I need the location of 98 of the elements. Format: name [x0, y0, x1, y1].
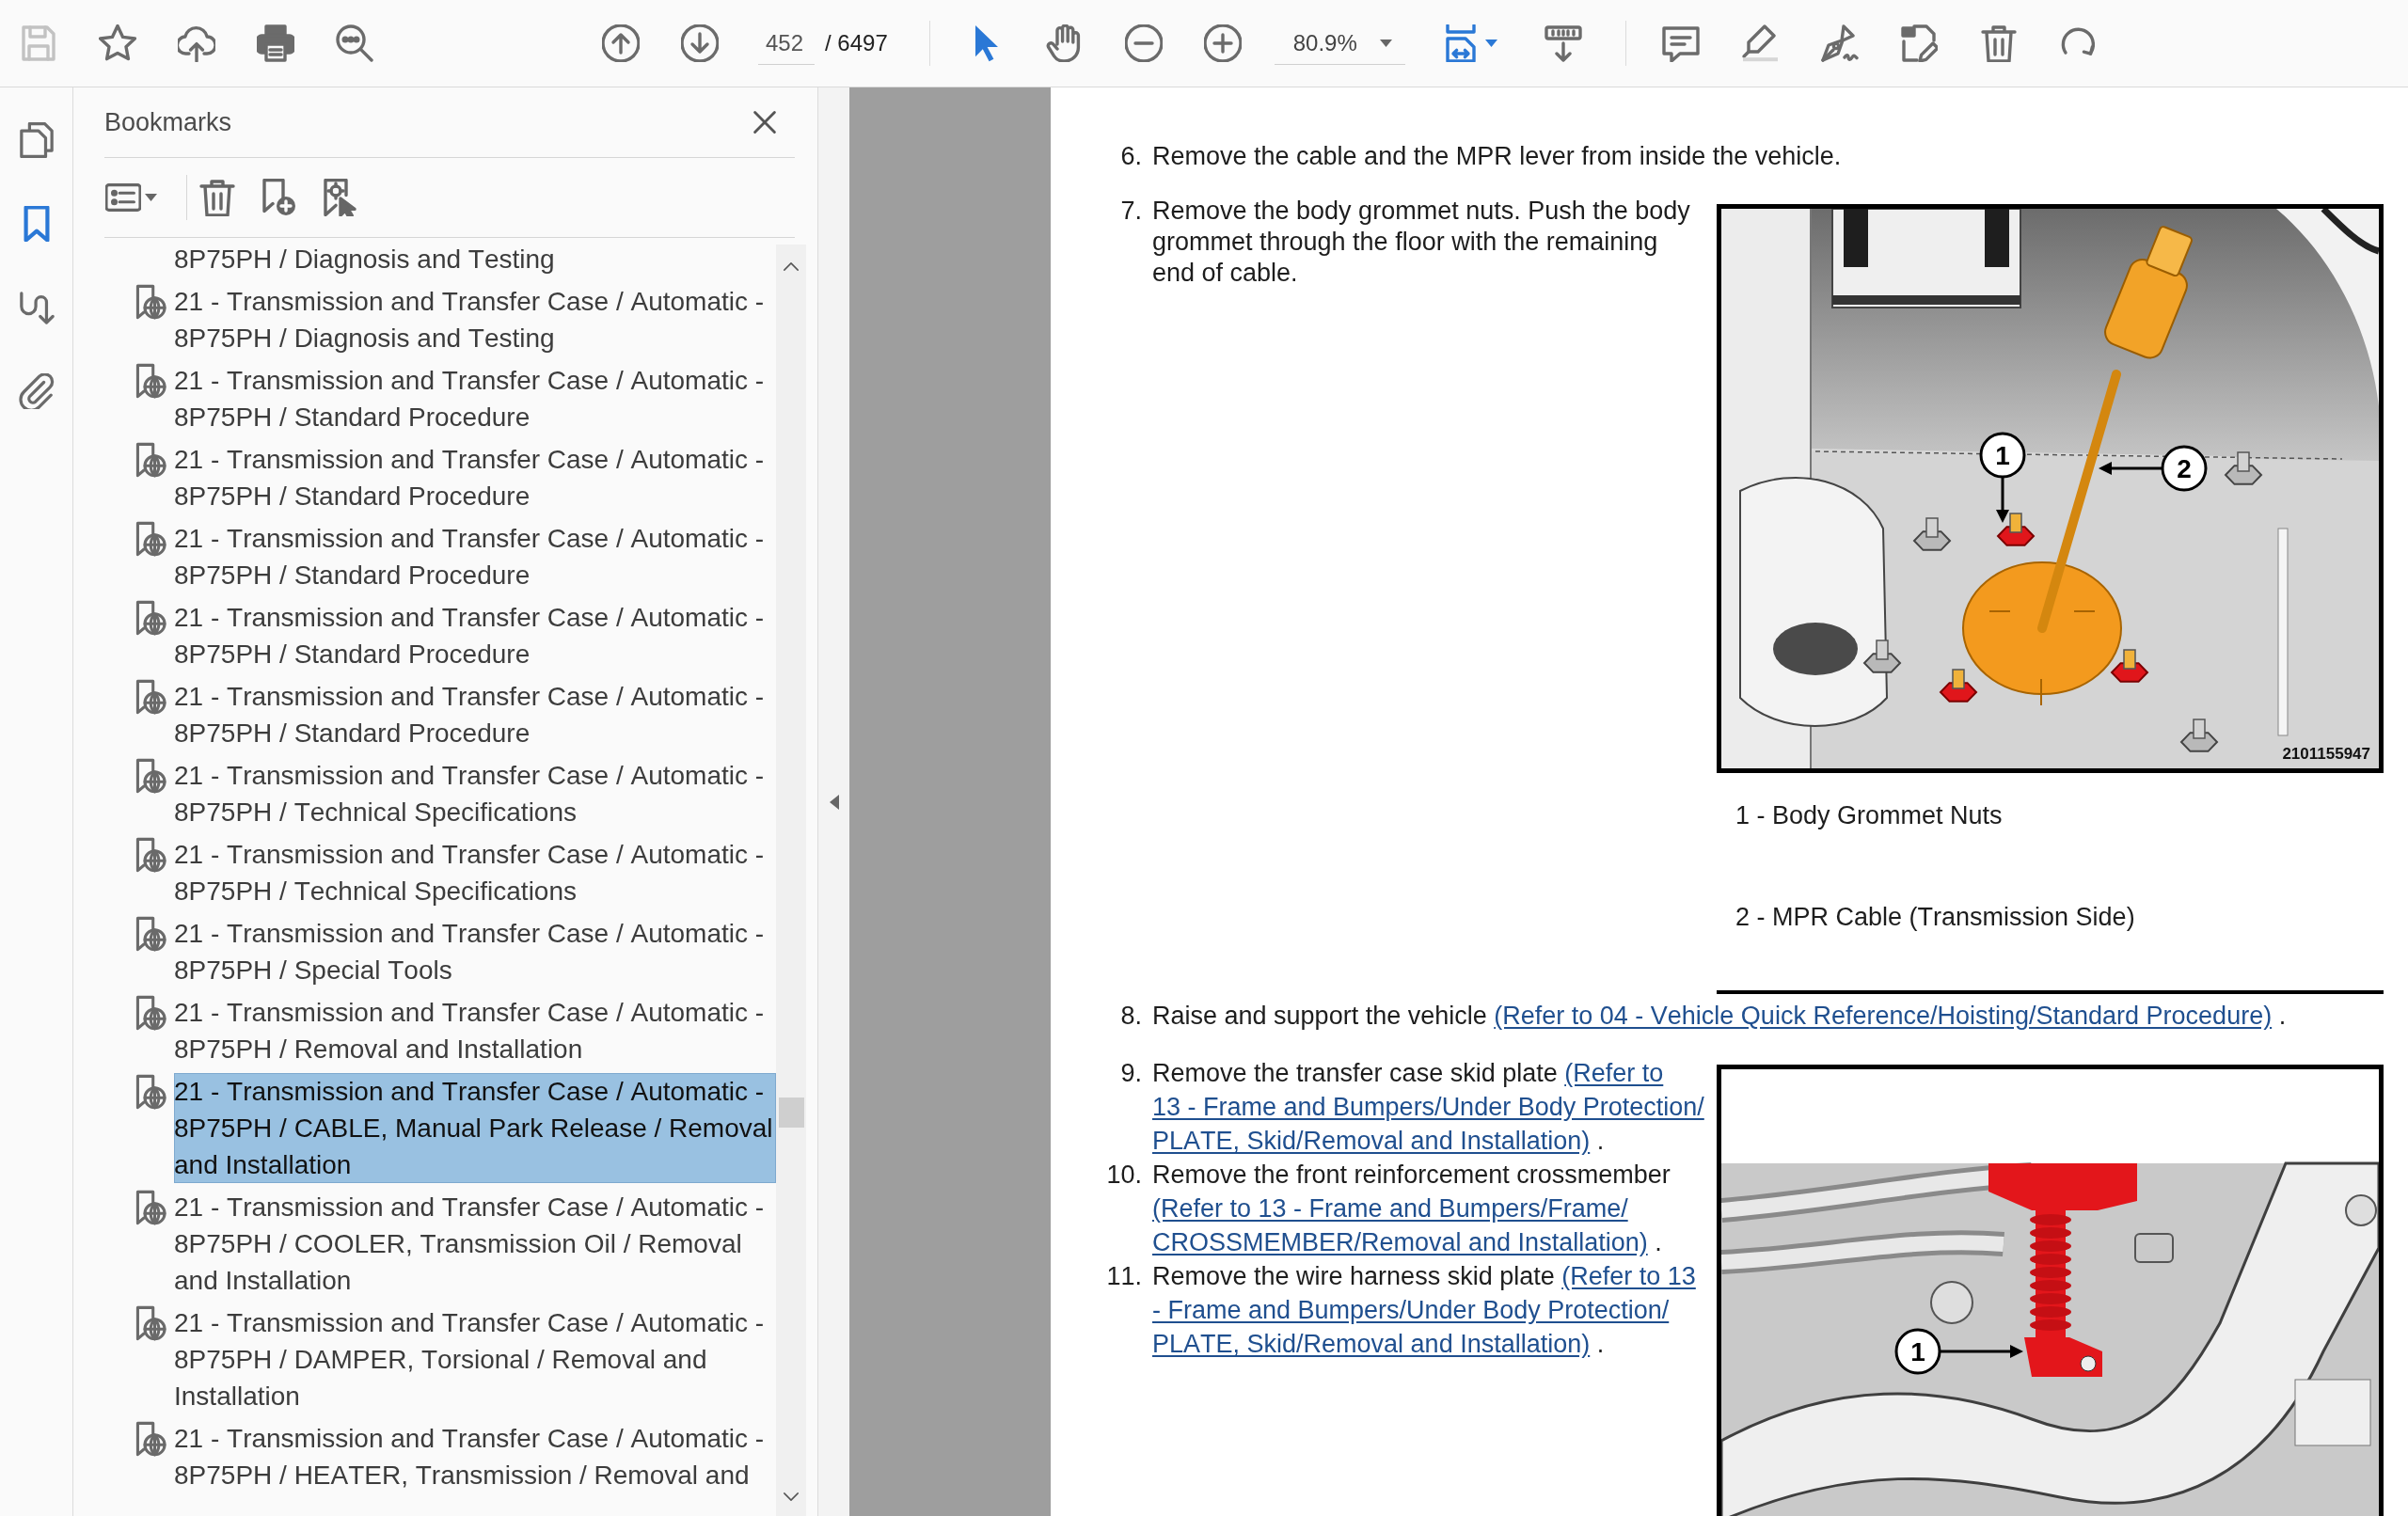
bolt: [2345, 1194, 2377, 1226]
ruler-down-arrow-icon: [1544, 24, 1582, 62]
grommet-nut: [1996, 513, 2036, 546]
step-number: 10.: [1105, 1160, 1142, 1191]
reference-link[interactable]: (Refer to 13: [1561, 1262, 1696, 1290]
printer-icon: [257, 24, 294, 62]
bolt: [1862, 640, 1902, 673]
step-text: Raise and support the vehicle (Refer to 04 - Vehicle Quick Reference/Hoisting/Standard Procedure) .: [1152, 1001, 2288, 1032]
speech-bubble-icon: [1661, 24, 1700, 62]
bookmark-item[interactable]: 21 - Transmission and Transfer Case / Automatic - 8P75PH / Standard Procedure: [174, 520, 776, 593]
figure-number: 2101155947: [2282, 745, 2370, 763]
bookmark-item[interactable]: 21 - Transmission and Transfer Case / Automatic - 8P75PH / COOLER, Transmission Oil / Removal and Installation: [174, 1189, 776, 1299]
page-globe-icon: [134, 363, 167, 399]
reference-link[interactable]: (Refer to 13 - Frame and Bumpers/Frame/: [1152, 1194, 1628, 1223]
page-globe-icon: [134, 758, 167, 794]
figure-caption: 2 - MPR Cable (Transmission Side): [1735, 902, 2136, 933]
page-globe-icon: [134, 916, 167, 952]
step-number: 9.: [1119, 1058, 1142, 1089]
bookmark-item[interactable]: 21 - Transmission and Transfer Case / Automatic - 8P75PH / HEATER, Transmission / Removal and: [174, 1420, 776, 1493]
scrollbar-thumb[interactable]: [778, 1098, 804, 1128]
page-pencil-icon: [1900, 24, 1939, 62]
page-globe-icon: [134, 995, 167, 1031]
scrollbar[interactable]: [776, 245, 806, 1516]
step-text: Remove the front reinforcement crossmember (Refer to 13 - Frame and Bumpers/Frame/ CROSSMEMBER/Removal and Installation) .: [1152, 1160, 1671, 1258]
chevron-down-icon: [783, 1492, 800, 1502]
step-text: Remove the transfer case skid plate (Refer to 13 - Frame and Bumpers/Under Body Protection/ PLATE, Skid/Removal and Installation) .: [1152, 1058, 1705, 1157]
page-globe-icon: [134, 679, 167, 715]
bolt: [2179, 719, 2219, 752]
highlighter-icon: [1741, 24, 1780, 62]
bookmark-item[interactable]: 21 - Transmission and Transfer Case / Automatic - 8P75PH / Standard Procedure: [174, 678, 776, 751]
bookmark-item[interactable]: 21 - Transmission and Transfer Case / Automatic - 8P75PH / Removal and Installation: [174, 994, 776, 1067]
page-globe-icon: [134, 1421, 167, 1457]
search-icon: [336, 24, 373, 62]
logo-badge: [2134, 1233, 2174, 1263]
panel-title: Bookmarks: [104, 107, 232, 137]
trash-icon: [1979, 24, 2018, 62]
page-globe-icon: [134, 1305, 167, 1341]
leader-arrow: [1996, 478, 2009, 523]
bookmark-item[interactable]: 21 - Transmission and Transfer Case / Automatic - 8P75PH / Standard Procedure: [174, 599, 776, 672]
reference-link[interactable]: PLATE, Skid/Removal and Installation): [1152, 1330, 1591, 1358]
reference-link[interactable]: CROSSMEMBER/Removal and Installation): [1152, 1228, 1648, 1256]
wire: [2321, 206, 2381, 255]
step-number: 7.: [1119, 196, 1142, 227]
grommet-nut: [2110, 649, 2149, 683]
page-number-field[interactable]: 452: [758, 22, 815, 65]
bookmark-item[interactable]: 21 - Transmission and Transfer Case / Automatic - 8P75PH / DAMPER, Torsional / Removal and Installation: [174, 1304, 776, 1414]
bookmark-target-icon: [321, 179, 358, 216]
bookmark-item[interactable]: 21 - Transmission and Transfer Case / Automatic - 8P75PH / Standard Procedure: [174, 362, 776, 435]
page-globe-icon: [134, 1190, 167, 1225]
reference-link[interactable]: (Refer to 04 - Vehicle Quick Reference/Hoisting/Standard Procedure): [1494, 1002, 2273, 1030]
page-globe-icon: [134, 442, 167, 478]
bookmark-item[interactable]: 21 - Transmission and Transfer Case / Automatic - 8P75PH / Standard Procedure: [174, 441, 776, 514]
reference-link[interactable]: 13 - Frame and Bumpers/Under Body Protection/: [1152, 1093, 1704, 1121]
bookmark-item[interactable]: 21 - Transmission and Transfer Case / Automatic - 8P75PH / Technical Specifications: [174, 757, 776, 830]
caret-down-icon: [144, 194, 157, 201]
step-number: 8.: [1119, 1001, 1142, 1032]
page-globe-icon: [134, 284, 167, 320]
cloud-upload-icon: [178, 24, 215, 62]
grommet-nut: [1939, 669, 1978, 703]
pen-nib-icon: [1820, 24, 1859, 62]
close-icon: [752, 110, 777, 134]
chevron-up-icon: [783, 261, 800, 272]
step-text: Remove the body grommet nuts. Push the body grommet through the floor with the remaining end of cable.: [1152, 196, 1691, 289]
bookmark-item[interactable]: 8P75PH / Diagnosis and Testing: [174, 241, 776, 277]
page-globe-icon: [134, 1074, 167, 1110]
bolt: [2224, 451, 2263, 485]
callout-label: 1: [1894, 1328, 1941, 1375]
bookmark-item[interactable]: 21 - Transmission and Transfer Case / Automatic - 8P75PH / Special Tools: [174, 915, 776, 988]
zoom-dropdown[interactable]: 80.9%: [1274, 22, 1405, 65]
reference-link[interactable]: - Frame and Bumpers/Under Body Protection/: [1152, 1296, 1670, 1324]
step-number: 6.: [1119, 141, 1142, 172]
signature-path-icon: [18, 290, 55, 325]
figure-caption: 1 - Body Grommet Nuts: [1735, 800, 2004, 831]
step-text: Remove the cable and the MPR lever from inside the vehicle.: [1152, 141, 1843, 172]
leader-arrow: [2099, 462, 2162, 475]
page-globe-icon: [134, 837, 167, 873]
bolt: [1912, 517, 1952, 551]
trash-icon: [198, 179, 236, 216]
save-icon: [20, 24, 57, 62]
page-count: / 6497: [825, 30, 888, 56]
bolt: [1930, 1281, 1973, 1324]
triangle-left-icon: [829, 794, 839, 810]
reference-link[interactable]: PLATE, Skid/Removal and Installation): [1152, 1127, 1591, 1155]
page-globe-icon: [134, 600, 167, 636]
callout-label: 1: [1979, 432, 2026, 479]
paperclip-icon: [18, 373, 55, 409]
caret-down-icon: [1379, 39, 1392, 47]
step-number: 11.: [1105, 1261, 1142, 1292]
star-icon: [99, 24, 136, 62]
callout-label: 2: [2161, 445, 2208, 492]
step-text: Remove the wire harness skid plate (Refer to 13 - Frame and Bumpers/Under Body Protection/ PLATE, Skid/Removal and Installation) .: [1152, 1261, 1697, 1360]
page-globe-icon: [134, 521, 167, 557]
reference-link[interactable]: (Refer to: [1564, 1059, 1664, 1087]
bookmark-item[interactable]: 21 - Transmission and Transfer Case / Automatic - 8P75PH / Diagnosis and Testing: [174, 283, 776, 356]
bookmark-item[interactable]: 21 - Transmission and Transfer Case / Automatic - 8P75PH / Technical Specifications: [174, 836, 776, 909]
caret-down-icon: [1485, 39, 1498, 47]
pages-icon: [18, 122, 55, 158]
bookmark-item[interactable]: 21 - Transmission and Transfer Case / Automatic - 8P75PH / CABLE, Manual Park Release / Removal and Installation: [174, 1073, 776, 1183]
